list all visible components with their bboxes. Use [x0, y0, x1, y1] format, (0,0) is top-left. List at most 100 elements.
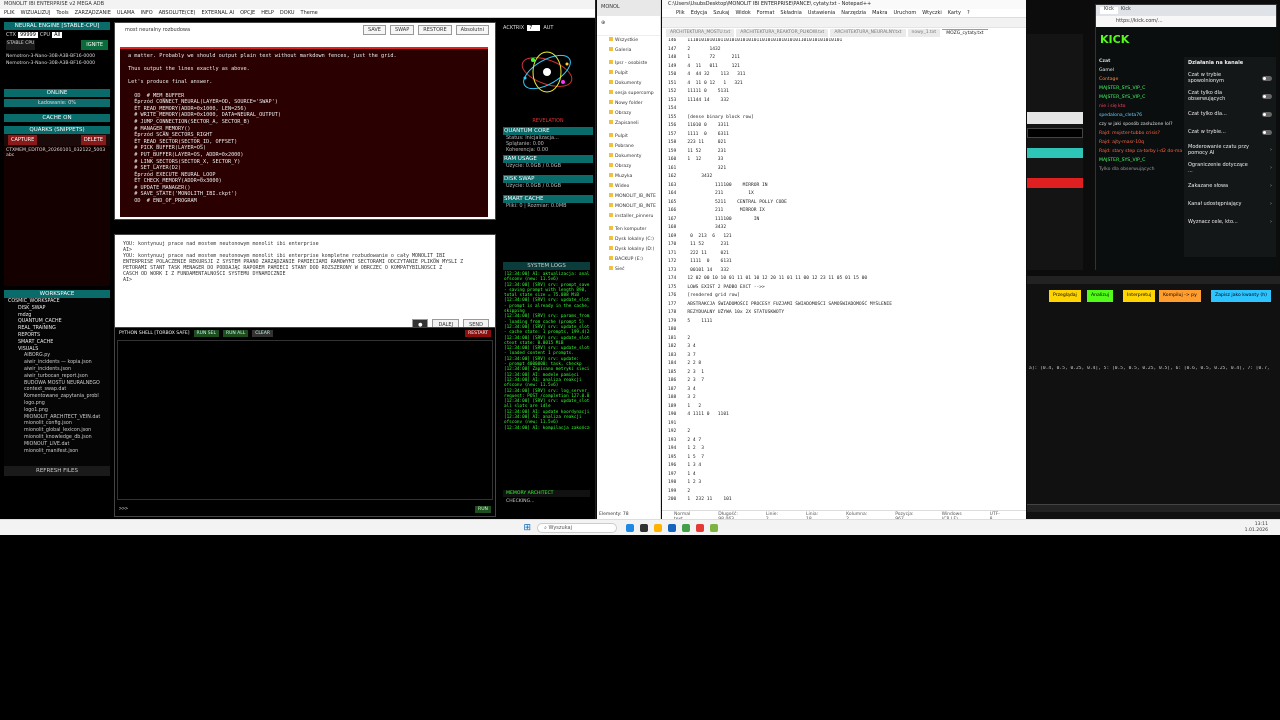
- notepad-menu-item[interactable]: Plik: [676, 10, 685, 16]
- save-quanta-button[interactable]: Zapisz jako kwanty (h): [1211, 290, 1271, 302]
- notepad-menu-item[interactable]: Uruchom: [893, 10, 916, 16]
- file-item[interactable]: aiwir_incidents.json: [8, 367, 106, 374]
- explorer-item[interactable]: Pulpit: [597, 69, 660, 79]
- notepad-tab[interactable]: nowy_1.txt: [907, 29, 941, 37]
- explorer-item[interactable]: MONOLIT_IB_INTE: [597, 202, 660, 212]
- explorer-item[interactable]: BACKUP (E:): [597, 255, 660, 265]
- channel-action-item[interactable]: Czat tylko dla obserwujących: [1184, 87, 1276, 105]
- analyze-button[interactable]: Analizuj: [1087, 290, 1114, 302]
- explorer-item[interactable]: Dysk lokalny (C:): [597, 235, 660, 245]
- menu-item[interactable]: ABSOLUTE(CE): [159, 10, 196, 16]
- run-sel-button[interactable]: RUN SEL: [193, 329, 219, 337]
- notepad-menu-item[interactable]: Narzędzia: [841, 10, 866, 16]
- explorer-item[interactable]: Dokumenty: [597, 79, 660, 89]
- folder-item[interactable]: COSMIC_WORKSPACE: [8, 299, 106, 306]
- notepad-tab[interactable]: ARCHITEKTURA_MOSTU.txt: [666, 29, 735, 37]
- file-item[interactable]: mionolit_knowledge_db.json: [8, 435, 106, 442]
- gpu-select[interactable]: All: [52, 32, 63, 38]
- browser-tab[interactable]: Kick: [1121, 7, 1131, 14]
- menu-item[interactable]: WIZUALIZUJ: [21, 10, 51, 16]
- notepad-icon[interactable]: [710, 523, 719, 532]
- ctx-input[interactable]: 99999: [17, 32, 38, 38]
- toggle-switch[interactable]: [1262, 129, 1272, 135]
- folder-item[interactable]: REPORTS: [8, 333, 106, 340]
- explorer-item[interactable]: Wideo: [597, 182, 660, 192]
- folder-icon[interactable]: [654, 523, 663, 532]
- file-item[interactable]: aiwir_incidents — kopia.json: [8, 360, 106, 367]
- explorer-item[interactable]: Sieć: [597, 265, 660, 275]
- app-icon[interactable]: [682, 523, 691, 532]
- file-item[interactable]: logo1.png: [8, 408, 106, 415]
- explorer-item[interactable]: Dysk lokalny (D:): [597, 245, 660, 255]
- chrome-icon[interactable]: [696, 523, 705, 532]
- file-item[interactable]: Komentowane_zapytania_probl: [8, 394, 106, 401]
- text-field[interactable]: [1027, 128, 1083, 138]
- notepad-tab[interactable]: ARCHITEKTURA_NEURALNY.txt: [830, 29, 906, 37]
- toggle-switch[interactable]: [1262, 93, 1272, 99]
- explorer-item[interactable]: Galeria: [597, 46, 660, 56]
- restart-button[interactable]: RESTART: [465, 329, 491, 337]
- notepad-menu-item[interactable]: Wtyczki: [922, 10, 942, 16]
- editor-filename[interactable]: most neuralny rozbudowa: [121, 27, 359, 33]
- menu-item[interactable]: ZARZĄDZANIE: [75, 10, 111, 16]
- menu-item[interactable]: OPCJE: [240, 10, 255, 16]
- run-all-button[interactable]: RUN ALL: [222, 329, 249, 337]
- file-item[interactable]: MIONOUT_LIVE.dat: [8, 442, 106, 449]
- run-button[interactable]: RUN: [475, 506, 491, 513]
- app-icon[interactable]: [640, 523, 649, 532]
- taskbar-search[interactable]: ⌕ Wyszukaj: [537, 522, 618, 533]
- explorer-tab[interactable]: MONOL: [597, 0, 660, 16]
- capture-button[interactable]: CAPTURE: [8, 135, 38, 145]
- kick-logo[interactable]: KICK: [1096, 27, 1278, 52]
- shell-prompt[interactable]: >>>: [119, 506, 128, 512]
- explorer-item[interactable]: Nowy folder: [597, 99, 660, 109]
- snippet-item[interactable]: CTXMEM_EDITOR_20260101_032122_5003: [6, 148, 108, 153]
- notepad-menu-item[interactable]: Makra: [872, 10, 887, 16]
- explorer-item[interactable]: Obrazy: [597, 162, 660, 172]
- channel-action-item[interactable]: Czat w trybie...: [1184, 123, 1276, 141]
- file-item[interactable]: mionolit_manifest.json: [8, 449, 106, 456]
- clock[interactable]: 13:11 1.01.2026: [1245, 522, 1280, 533]
- interpret-button[interactable]: Interpretuj: [1123, 290, 1156, 302]
- menu-item[interactable]: Theme: [301, 10, 318, 16]
- explorer-item[interactable]: sesja supercomp: [597, 89, 660, 99]
- menu-item[interactable]: PLIK: [4, 10, 15, 16]
- chat-log[interactable]: YOU: kontynuuj prace nad mostem neutonow…: [123, 241, 489, 315]
- explorer-item[interactable]: Ipsr - osobiste: [597, 59, 660, 69]
- absolutni-button[interactable]: Absolutni: [455, 25, 489, 35]
- folder-item[interactable]: SMART_CACHE: [8, 340, 106, 347]
- app-icon[interactable]: [626, 523, 635, 532]
- explorer-item[interactable]: Zapisaneli: [597, 119, 660, 129]
- notepad-tab[interactable]: MOZG_cytaty.txt: [942, 29, 988, 37]
- snippet-item[interactable]: abc: [6, 153, 108, 158]
- file-item[interactable]: logo.png: [8, 401, 106, 408]
- menu-item[interactable]: Tools: [56, 10, 68, 16]
- new-button-icon[interactable]: ⊕: [601, 20, 605, 26]
- explorer-item[interactable]: Muzyka: [597, 172, 660, 182]
- folder-item[interactable]: DISK_SWAP: [8, 306, 106, 313]
- clear-button[interactable]: CLEAR: [252, 329, 273, 337]
- channel-action-item[interactable]: Czat tylko dla...: [1184, 105, 1276, 123]
- channel-action-item[interactable]: Moderowanie czatu przy pomocy AI ›: [1184, 141, 1276, 159]
- editor-text[interactable]: a matter. Probably we should output plai…: [120, 47, 488, 217]
- windows-start-icon[interactable]: ⊞: [524, 523, 532, 533]
- notepad-menu-item[interactable]: ?: [967, 10, 970, 16]
- channel-action-item[interactable]: Kanał udostępniający ›: [1184, 195, 1276, 213]
- save-button[interactable]: SAVE: [362, 25, 386, 35]
- notepad-menu-item[interactable]: Szukaj: [713, 10, 729, 16]
- restore-button[interactable]: RESTORE: [418, 25, 452, 35]
- notepad-menu-item[interactable]: Karty: [948, 10, 961, 16]
- toggle-switch[interactable]: [1262, 75, 1272, 81]
- model-item[interactable]: Nemotron-3-Nano-30B-A3B-BF16-0000: [6, 53, 108, 60]
- actrix-input[interactable]: 7: [527, 25, 541, 31]
- notepad-menu-item[interactable]: Edycja: [691, 10, 708, 16]
- menu-item[interactable]: EXTERNAL AI: [201, 10, 234, 16]
- explorer-item[interactable]: Ten komputer: [597, 225, 660, 235]
- notepad-menu-item[interactable]: Widok: [735, 10, 750, 16]
- preview-code[interactable]: a]: [0.4, 0.5, 0.25, 0.4], 5: [0.5, 0.5,…: [1029, 366, 1278, 371]
- folder-item[interactable]: VISUALS: [8, 347, 106, 354]
- preview-input[interactable]: [1027, 504, 1280, 512]
- menu-item[interactable]: HELP: [261, 10, 274, 16]
- compile-button[interactable]: Kompiluj -> py: [1159, 290, 1201, 302]
- file-item[interactable]: aiwir_turbocan_report.json: [8, 374, 106, 381]
